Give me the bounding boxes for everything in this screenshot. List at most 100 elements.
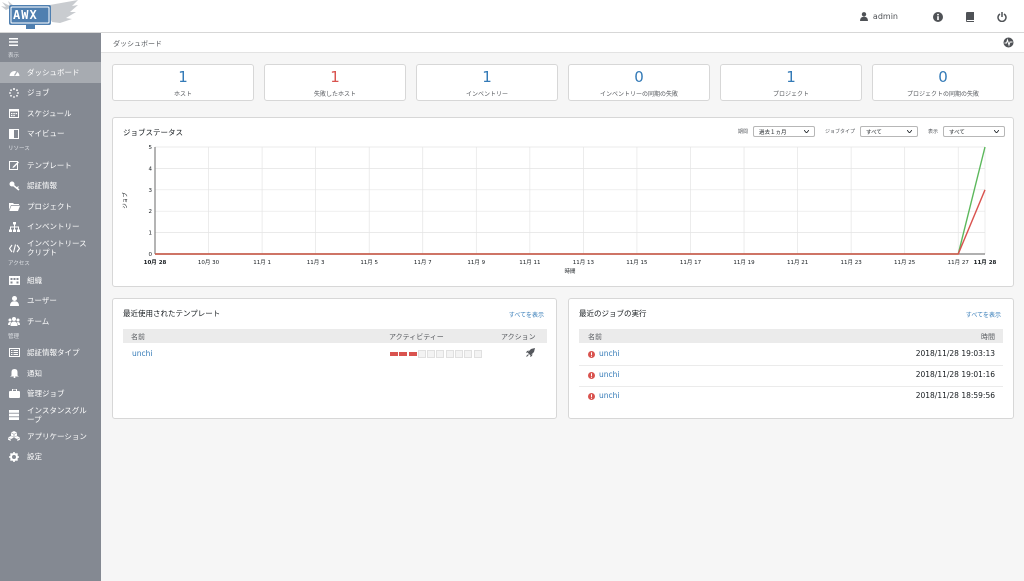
sidebar-item-teams[interactable]: チーム [0,311,101,332]
activity-stream-button[interactable] [1003,37,1014,50]
job-time: 2018/11/28 18:59:56 [915,391,995,400]
x-tick-label: 11月 15 [626,259,648,266]
count-card-projects[interactable]: 1 プロジェクト [720,64,862,101]
count-value: 1 [330,68,340,86]
x-tick-label: 11月 5 [360,259,378,266]
rocket-icon [526,348,535,357]
x-tick-label: 11月 28 [974,258,997,266]
sidebar-item-dashboard[interactable]: ダッシュボード [0,62,101,83]
sidebar-item-applications[interactable]: アプリケーション [0,426,101,447]
count-label: インベントリーの同期の失敗 [599,91,678,98]
x-tick-label: 11月 19 [733,259,755,266]
sidebar-item-my-view[interactable]: マイビュー [0,124,101,145]
main-content: ダッシュボード 1 ホスト 1 失敗したホスト 1 インベントリー 0 インベン… [101,33,1024,581]
pencil-square-icon [8,159,20,171]
job-time: 2018/11/28 19:03:13 [915,349,995,358]
cubes-icon [8,430,20,442]
logo-text: AWX [13,8,38,22]
docs-button[interactable] [954,0,986,33]
sidebar-item-management-jobs[interactable]: 管理ジョブ [0,384,101,405]
see-all-jobs-link[interactable]: すべてを表示 [966,310,1001,319]
job-status-panel: ジョブステータス 期間 過去１ヵ月 ジョブタイプ すべて 表示 すべて 0 1 2 3… [112,117,1014,287]
y-axis-label: ジョブ [121,192,129,209]
activity-failed[interactable] [408,352,417,356]
period-select[interactable]: 過去１ヵ月 [752,126,815,137]
sidebar-item-credential-types[interactable]: 認証情報タイプ [0,343,101,364]
cog-icon [8,451,20,463]
column-activity: アクティビティー [389,333,444,341]
sidebar-item-credentials[interactable]: 認証情報 [0,176,101,197]
activity-sparkline [390,350,483,358]
count-label: プロジェクト [772,91,809,98]
activity-empty[interactable] [455,350,464,358]
user-menu[interactable]: admin [859,12,898,21]
job-type-select[interactable]: すべて [859,126,918,137]
activity-empty[interactable] [436,350,445,358]
count-card-inventories[interactable]: 1 インベントリー [416,64,558,101]
y-tick-label: 0 [149,252,153,258]
launch-button[interactable] [526,348,535,359]
sidebar-item-jobs[interactable]: ジョブ [0,83,101,104]
series-line-failed [155,189,986,255]
sidebar-item-schedules[interactable]: スケジュール [0,103,101,124]
sidebar-item-notifications[interactable]: 通知 [0,363,101,384]
x-tick-label: 11月 23 [841,259,863,266]
count-value: 1 [482,68,492,86]
top-bar: AWX admin [0,0,1024,33]
activity-empty[interactable] [417,350,426,358]
sidebar-item-inventory-scripts[interactable]: インベントリースクリプト [0,237,101,259]
x-tick-label: 10月 28 [144,258,167,266]
user-icon [8,295,20,307]
sidebar-item-projects[interactable]: プロジェクト [0,196,101,217]
sidebar-section-administration: 管理 [8,333,20,340]
activity-empty[interactable] [445,350,454,358]
activity-failed[interactable] [390,352,398,356]
key-icon [8,180,20,192]
sitemap-icon [8,221,20,233]
x-tick-label: 11月 7 [414,259,432,266]
activity-empty[interactable] [473,350,482,358]
activity-empty[interactable] [464,350,473,358]
sidebar-item-organizations[interactable]: 組織 [0,270,101,291]
about-button[interactable] [922,0,954,33]
x-tick-label: 11月 9 [467,259,485,266]
job-name-link[interactable]: unchi [599,370,619,379]
count-value: 0 [634,68,644,86]
sidebar-section-resources: リソース [8,146,30,152]
chevron-down-icon [994,130,999,133]
job-name-link[interactable]: unchi [599,349,619,358]
sidebar-item-templates[interactable]: テンプレート [0,155,101,176]
activity-failed[interactable] [399,352,408,356]
x-tick-label: 11月 27 [948,259,970,266]
count-card-inventory-sync-failures[interactable]: 0 インベントリーの同期の失敗 [568,64,710,101]
template-name-link[interactable]: unchi [132,349,152,358]
count-card-failed-hosts[interactable]: 1 失敗したホスト [264,64,406,101]
x-axis-label: 時間 [564,267,576,275]
count-value: 0 [938,68,948,86]
job-name-link[interactable]: unchi [599,391,619,400]
code-icon [8,242,20,254]
sidebar-item-instance-groups[interactable]: インスタンスグループ [0,404,101,426]
job-time: 2018/11/28 19:01:16 [915,370,995,379]
activity-empty[interactable] [427,350,436,358]
table-row: unchi 2018/11/28 18:59:56 [579,387,1003,408]
sidebar-item-settings[interactable]: 設定 [0,447,101,468]
power-icon [997,11,1007,22]
awx-logo[interactable]: AWX [0,0,80,33]
view-select[interactable]: すべて [943,126,1005,137]
folder-icon [8,200,20,212]
column-action: アクション [501,333,536,341]
count-card-project-sync-failures[interactable]: 0 プロジェクトの同期の失敗 [872,64,1014,101]
see-all-templates-link[interactable]: すべてを表示 [509,310,544,319]
sidebar: 表示 ダッシュボード ジョブ スケジュール マイビュー リソース テンプレート … [0,33,101,581]
sidebar-item-inventories[interactable]: インベントリー [0,217,101,238]
count-card-hosts[interactable]: 1 ホスト [112,64,254,101]
series-line-successful [155,146,986,255]
x-tick-label: 11月 13 [573,259,595,266]
sidebar-toggle[interactable] [0,33,101,51]
columns-icon [8,128,20,140]
logout-button[interactable] [986,0,1018,33]
failed-status-icon [588,372,595,379]
sidebar-item-users[interactable]: ユーザー [0,291,101,312]
tachometer-icon [8,66,20,78]
